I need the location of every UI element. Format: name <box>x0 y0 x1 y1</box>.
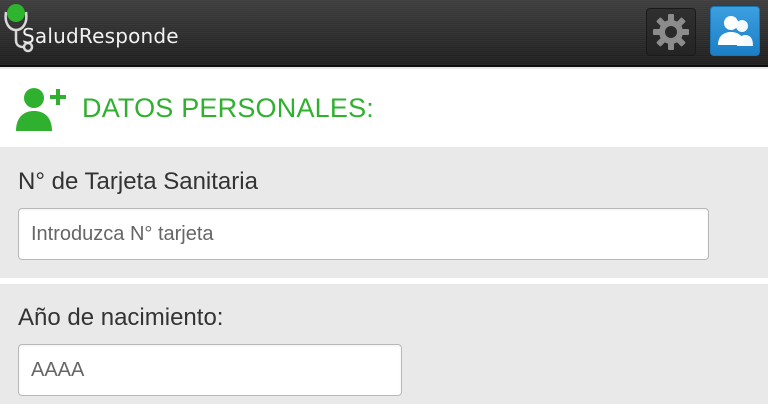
add-user-icon <box>16 88 66 131</box>
birth-year-label: Año de nacimiento: <box>18 304 224 331</box>
health-card-label: N° de Tarjeta Sanitaria <box>18 168 258 195</box>
settings-button[interactable] <box>646 8 696 56</box>
health-card-input[interactable] <box>18 208 709 260</box>
users-icon <box>718 16 753 46</box>
gear-icon <box>653 14 689 50</box>
top-bar: SaludResponde <box>0 0 768 67</box>
section-title: DATOS PERSONALES: <box>82 93 374 123</box>
birth-year-input[interactable] <box>18 344 402 396</box>
app-name: SaludResponde <box>22 24 179 48</box>
health-card-field-group: N° de Tarjeta Sanitaria <box>0 148 768 278</box>
app-logo[interactable]: SaludResponde <box>0 0 200 67</box>
section-header: DATOS PERSONALES: <box>0 69 768 147</box>
users-button[interactable] <box>710 6 760 56</box>
birth-year-field-group: Año de nacimiento: <box>0 284 768 404</box>
